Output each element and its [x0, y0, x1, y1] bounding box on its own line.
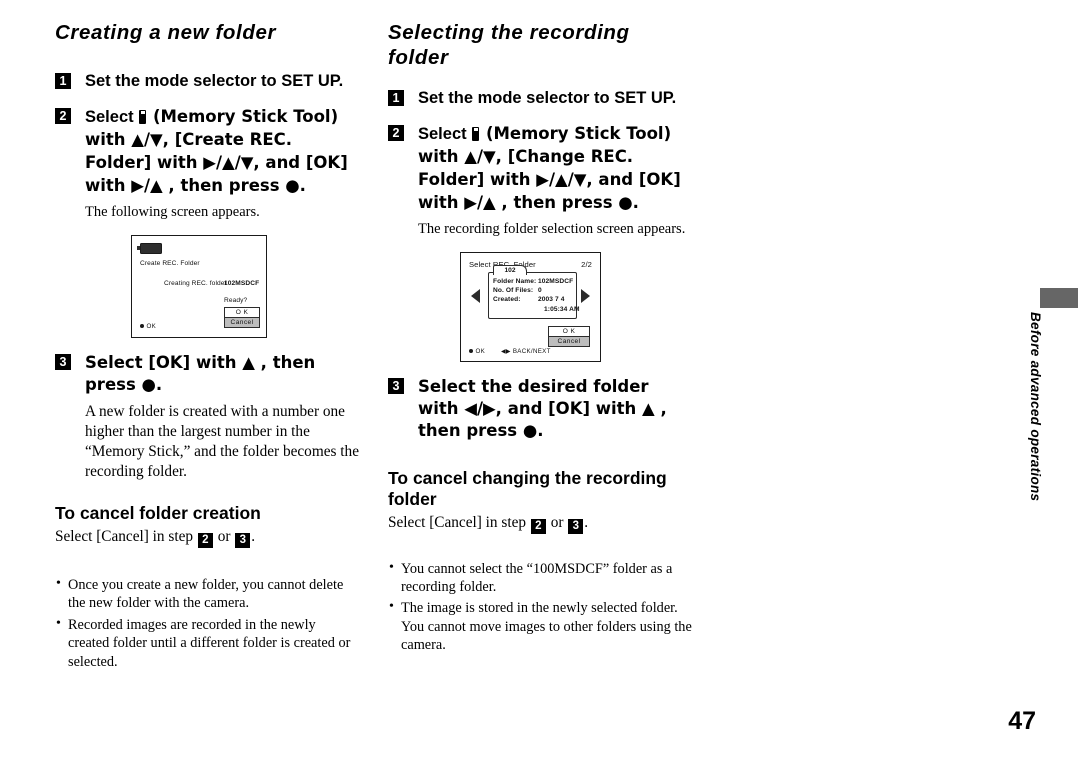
step-number-badge: 2 — [388, 124, 404, 141]
right-cancel-mid: or — [546, 513, 568, 531]
left-step-2-text: Select (Memory Stick Tool) with ▲/▼, [Cr… — [85, 106, 360, 198]
memory-stick-icon — [472, 126, 480, 141]
note-item: Recorded images are recorded in the newl… — [55, 615, 360, 671]
lcd-ready-label: Ready? — [224, 297, 248, 305]
created-label: Created: — [493, 296, 521, 304]
right-step-2-prefix: Select — [418, 124, 472, 143]
lcd-select-rec-folder: Select REC. Folder 2/2 102 Folder Name: … — [460, 252, 601, 363]
folder-info-card: 102 Folder Name: 102MSDCF No. Of Files: … — [488, 264, 580, 320]
note-item: The image is stored in the newly selecte… — [388, 598, 693, 654]
lcd-folder-name: 102MSDCF — [224, 280, 260, 288]
left-step-3: 3 Select [OK] with ▲ , then press ●. A n… — [55, 352, 360, 481]
folder-name-label: Folder Name: — [493, 278, 537, 286]
right-cancel-pre: Select [Cancel] in step — [388, 513, 530, 531]
arrow-left-icon[interactable] — [471, 289, 480, 304]
left-cancel-mid: or — [213, 527, 235, 545]
lcd-footer-ok-label: OK — [475, 348, 486, 356]
page-number: 47 — [1008, 707, 1036, 735]
control-dot-icon — [469, 348, 473, 353]
left-section-title: Creating a new folder — [55, 21, 277, 44]
right-step-1-text: Set the mode selector to SET UP. — [418, 89, 677, 107]
left-cancel-instruction: Select [Cancel] in step 2 or 3. — [55, 527, 360, 548]
left-step-3-text: Select [OK] with ▲ , then press ●. — [85, 353, 316, 395]
right-notes-list: You cannot select the “100MSDCF” folder … — [388, 559, 693, 655]
folder-tab-number: 102 — [493, 264, 527, 275]
step-number-badge: 3 — [388, 378, 404, 395]
step-ref-badge-3: 3 — [235, 532, 251, 548]
lcd-footer-nav: ◀▶ BACK/NEXT — [501, 348, 551, 355]
left-step-2-prefix: Select — [85, 107, 139, 126]
folder-name-value: 102MSDCF — [538, 278, 574, 286]
created-date-value: 2003 7 4 — [538, 296, 565, 304]
step-number-badge: 1 — [388, 90, 404, 106]
note-item: Once you create a new folder, you cannot… — [55, 575, 360, 613]
right-cancel-block: To cancel changing the recording folder … — [388, 468, 693, 534]
section-tab-block — [1040, 288, 1078, 308]
step-number-badge: 3 — [55, 354, 71, 371]
lcd-page-indicator: 2/2 — [581, 260, 592, 270]
left-step-2-note: The following screen appears. — [85, 203, 260, 220]
right-step-2: 2 Select (Memory Stick Tool) with ▲/▼, [… — [388, 123, 693, 238]
right-step-3-text: Select the desired folder with ◀/▶, and … — [418, 377, 667, 440]
created-time-value: 1:05:34 AM — [544, 306, 580, 314]
right-cancel-instruction: Select [Cancel] in step 2 or 3. — [388, 513, 693, 534]
right-step-2-text: Select (Memory Stick Tool) with ▲/▼, [Ch… — [418, 123, 693, 215]
left-step-3-body: A new folder is created with a number on… — [85, 402, 359, 480]
right-step-1: 1 Set the mode selector to SET UP. — [388, 88, 693, 110]
left-column: Creating a new folder 1 Set the mode sel… — [55, 20, 360, 674]
right-step-2-note: The recording folder selection screen ap… — [418, 220, 686, 237]
lcd-cancel-button[interactable]: Cancel — [548, 336, 590, 348]
right-cancel-post: . — [584, 513, 589, 531]
no-of-files-label: No. Of Files: — [493, 287, 534, 295]
right-column: Selecting the recording folder 1 Set the… — [388, 20, 693, 658]
section-tab-label: Before advanced operations — [1028, 312, 1043, 502]
step-number-badge: 2 — [55, 107, 71, 124]
lcd-title: Create REC. Folder — [140, 260, 200, 268]
note-item: You cannot select the “100MSDCF” folder … — [388, 559, 693, 597]
left-step-1-text: Set the mode selector to SET UP. — [85, 72, 344, 90]
arrow-right-icon[interactable] — [581, 289, 590, 304]
right-section-title: Selecting the recording folder — [388, 21, 630, 69]
lcd-create-rec-folder: Create REC. Folder Creating REC. folder … — [131, 235, 267, 339]
memory-stick-icon — [139, 109, 147, 124]
nav-arrows-icon: ◀▶ — [501, 348, 511, 356]
manual-page: Creating a new folder 1 Set the mode sel… — [0, 0, 1080, 760]
lcd-footer-nav-label: BACK/NEXT — [512, 348, 551, 356]
control-dot-icon — [140, 323, 144, 328]
left-cancel-block: To cancel folder creation Select [Cancel… — [55, 503, 360, 548]
battery-icon — [137, 243, 162, 255]
step-ref-badge-2: 2 — [197, 532, 213, 548]
step-ref-badge-2: 2 — [530, 518, 546, 534]
right-cancel-heading: To cancel changing the recording folder — [388, 467, 667, 510]
left-cancel-heading: To cancel folder creation — [55, 503, 261, 524]
left-step-1: 1 Set the mode selector to SET UP. — [55, 71, 360, 93]
step-number-badge: 1 — [55, 73, 71, 89]
lcd-cancel-button[interactable]: Cancel — [224, 317, 260, 329]
no-of-files-value: 0 — [538, 287, 542, 295]
step-ref-badge-3: 3 — [568, 518, 584, 534]
lcd-footer-ok-label: OK — [146, 323, 157, 331]
left-step-2: 2 Select (Memory Stick Tool) with ▲/▼, [… — [55, 106, 360, 221]
right-step-3: 3 Select the desired folder with ◀/▶, an… — [388, 376, 693, 442]
lcd-footer-ok: OK — [469, 348, 485, 355]
lcd-message: Creating REC. folder — [164, 280, 227, 288]
left-cancel-post: . — [251, 527, 256, 545]
left-notes-list: Once you create a new folder, you cannot… — [55, 575, 360, 671]
lcd-footer-ok: OK — [140, 323, 156, 330]
left-cancel-pre: Select [Cancel] in step — [55, 527, 197, 545]
